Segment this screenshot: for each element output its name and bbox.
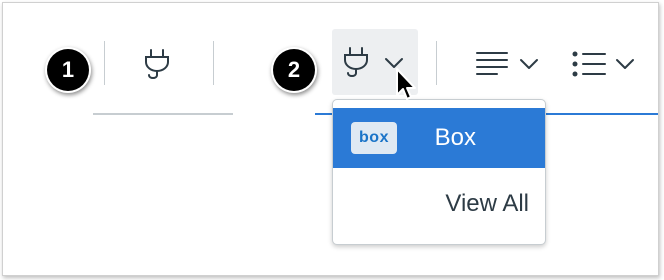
menu-item-box[interactable]: box Box	[333, 108, 545, 168]
mouse-cursor-icon	[396, 68, 416, 100]
plug-icon	[145, 49, 169, 79]
toolbar-divider	[213, 41, 214, 85]
toolbar-divider	[104, 41, 105, 85]
chevron-down-icon	[520, 59, 538, 69]
menu-item-label: View All	[445, 190, 529, 217]
step-1-badge: 1	[47, 49, 89, 91]
step-2-badge: 2	[273, 49, 315, 91]
plug-icon	[344, 47, 368, 77]
tools-dropdown-menu: box Box View All	[332, 99, 546, 245]
list-button[interactable]	[569, 47, 645, 81]
bulleted-list-icon	[572, 51, 606, 77]
chevron-down-icon	[616, 59, 634, 69]
toolbar-divider	[436, 41, 437, 85]
align-left-icon	[476, 52, 508, 75]
editor-toolbar-frame: 1 2 box Box View All	[2, 2, 659, 276]
align-button[interactable]	[471, 47, 547, 81]
box-logo-icon: box	[351, 122, 397, 154]
menu-item-label: Box	[434, 124, 476, 151]
tools-button[interactable]	[139, 45, 175, 85]
toolbar-bottom-border	[93, 113, 233, 115]
menu-item-view-all[interactable]: View All	[333, 174, 545, 234]
tools-split-button-main[interactable]	[338, 43, 374, 83]
